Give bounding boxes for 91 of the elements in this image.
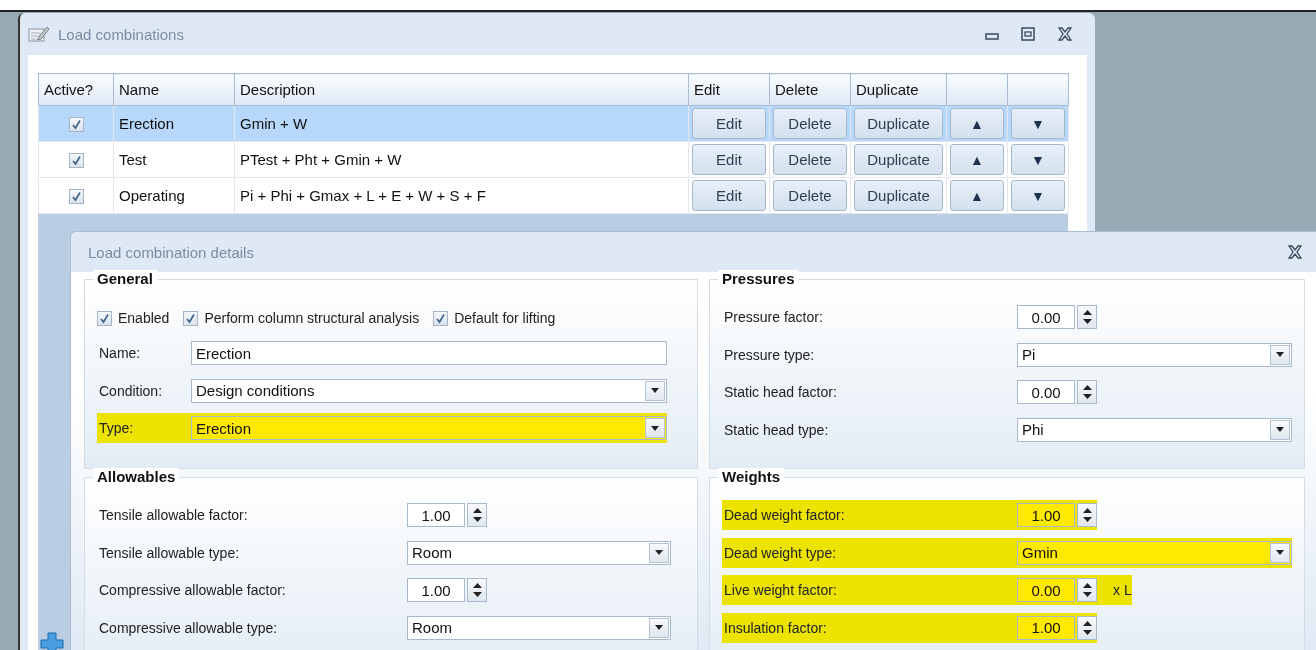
dropdown-value: Erection	[196, 419, 252, 437]
notepad-pencil-icon	[28, 25, 50, 43]
dropdown-value: Room	[412, 619, 452, 636]
checkbox-label: Perform column structural analysis	[204, 310, 420, 326]
close-icon[interactable]	[1287, 245, 1303, 259]
column-header: Edit	[688, 73, 770, 106]
delete-button[interactable]: Delete	[773, 108, 847, 139]
table-cell: Pi + Phi + Gmax + L + E + W + S + F	[234, 177, 689, 214]
field-label: Pressure type:	[724, 346, 816, 363]
number-field[interactable]: 1.00	[407, 578, 465, 602]
dropdown-value: Design conditions	[196, 382, 315, 399]
field-label: Pressure factor:	[724, 309, 824, 325]
column-header: Duplicate	[850, 73, 947, 106]
column-header: Description	[234, 73, 689, 106]
table-cell: Test	[113, 141, 235, 178]
move-up-button[interactable]: ▲	[950, 180, 1004, 211]
field-label: Condition:	[99, 382, 164, 399]
dropdown[interactable]: Gmin	[1017, 540, 1292, 565]
table-cell: PTest + Pht + Gmin + W	[234, 141, 689, 178]
column-header: Name	[113, 73, 235, 106]
spin-arrows-icon[interactable]	[1077, 305, 1097, 329]
table-cell: Operating	[113, 177, 235, 214]
spin-arrows-icon[interactable]	[1077, 615, 1097, 640]
duplicate-button[interactable]: Duplicate	[854, 144, 943, 175]
checkbox-label: Default for lifting	[454, 310, 556, 326]
unit-label: x L	[1113, 582, 1132, 598]
checkbox-label: Enabled	[118, 310, 170, 326]
delete-button[interactable]: Delete	[773, 180, 847, 211]
window-title: Load combinations	[58, 25, 185, 43]
column-header: Delete	[769, 73, 851, 106]
group-title: General	[93, 270, 157, 287]
dropdown-value: Gmin	[1022, 544, 1058, 561]
field-label: Tensile allowable factor:	[99, 507, 249, 523]
move-down-button[interactable]: ▼	[1011, 144, 1065, 175]
field-label: Name:	[99, 345, 142, 361]
number-field[interactable]: 1.00	[407, 503, 465, 527]
dropdown[interactable]: Erection	[191, 416, 667, 440]
field-label: Compressive allowable factor:	[99, 582, 287, 598]
field-label: Live weight factor:	[724, 582, 838, 598]
checkbox[interactable]	[68, 189, 84, 205]
field-label: Compressive allowable type:	[99, 619, 279, 636]
dropdown-value: Phi	[1022, 421, 1044, 438]
spin-arrows-icon[interactable]	[1077, 380, 1097, 404]
dropdown[interactable]: Phi	[1017, 417, 1292, 442]
move-down-button[interactable]: ▼	[1011, 180, 1065, 211]
dropdown[interactable]: Room	[407, 540, 671, 565]
checkbox[interactable]	[433, 310, 449, 326]
dropdown-value: Room	[412, 544, 452, 561]
spin-arrows-icon[interactable]	[1077, 503, 1097, 527]
group-title: Pressures	[718, 270, 799, 287]
number-field[interactable]: 0.00	[1017, 305, 1075, 329]
dropdown[interactable]: Design conditions	[191, 378, 667, 403]
table-cell: Erection	[113, 105, 235, 142]
restore-icon[interactable]	[1021, 27, 1035, 41]
spin-arrows-icon[interactable]	[467, 503, 487, 527]
duplicate-button[interactable]: Duplicate	[854, 180, 943, 211]
edit-button[interactable]: Edit	[692, 144, 766, 175]
dropdown[interactable]: Pi	[1017, 342, 1292, 367]
field-label: Static head type:	[724, 421, 830, 438]
spin-arrows-icon[interactable]	[467, 578, 487, 602]
table-cell: Gmin + W	[234, 105, 689, 142]
checkbox[interactable]	[68, 153, 84, 169]
edit-button[interactable]: Edit	[692, 108, 766, 139]
field-label: Dead weight factor:	[724, 507, 846, 523]
checkbox[interactable]	[68, 117, 84, 133]
group-title: Weights	[718, 468, 785, 485]
field-label: Type:	[99, 420, 135, 436]
number-field[interactable]: 1.00	[1017, 503, 1075, 527]
dropdown-value: Pi	[1022, 346, 1036, 363]
field-label: Dead weight type:	[724, 544, 838, 561]
move-down-button[interactable]: ▼	[1011, 108, 1065, 139]
number-field[interactable]: 1.00	[1017, 615, 1075, 640]
edit-button[interactable]: Edit	[692, 180, 766, 211]
number-field[interactable]: 0.00	[1017, 578, 1075, 602]
move-up-button[interactable]: ▲	[950, 108, 1004, 139]
text-field[interactable]: Erection	[191, 341, 667, 365]
delete-button[interactable]: Delete	[773, 144, 847, 175]
number-field[interactable]: 0.00	[1017, 380, 1075, 404]
column-header: Active?	[38, 73, 114, 106]
move-up-button[interactable]: ▲	[950, 144, 1004, 175]
checkbox[interactable]	[183, 310, 199, 326]
group-title: Allowables	[93, 468, 180, 485]
duplicate-button[interactable]: Duplicate	[854, 108, 943, 139]
field-label: Tensile allowable type:	[99, 544, 241, 561]
checkbox[interactable]	[97, 310, 112, 326]
field-label: Static head factor:	[724, 384, 838, 400]
field-label: Insulation factor:	[724, 619, 828, 636]
dropdown[interactable]: Room	[407, 615, 671, 640]
close-icon[interactable]	[1057, 27, 1073, 41]
dialog-title: Load combination details	[88, 243, 255, 261]
spin-arrows-icon[interactable]	[1077, 578, 1097, 602]
